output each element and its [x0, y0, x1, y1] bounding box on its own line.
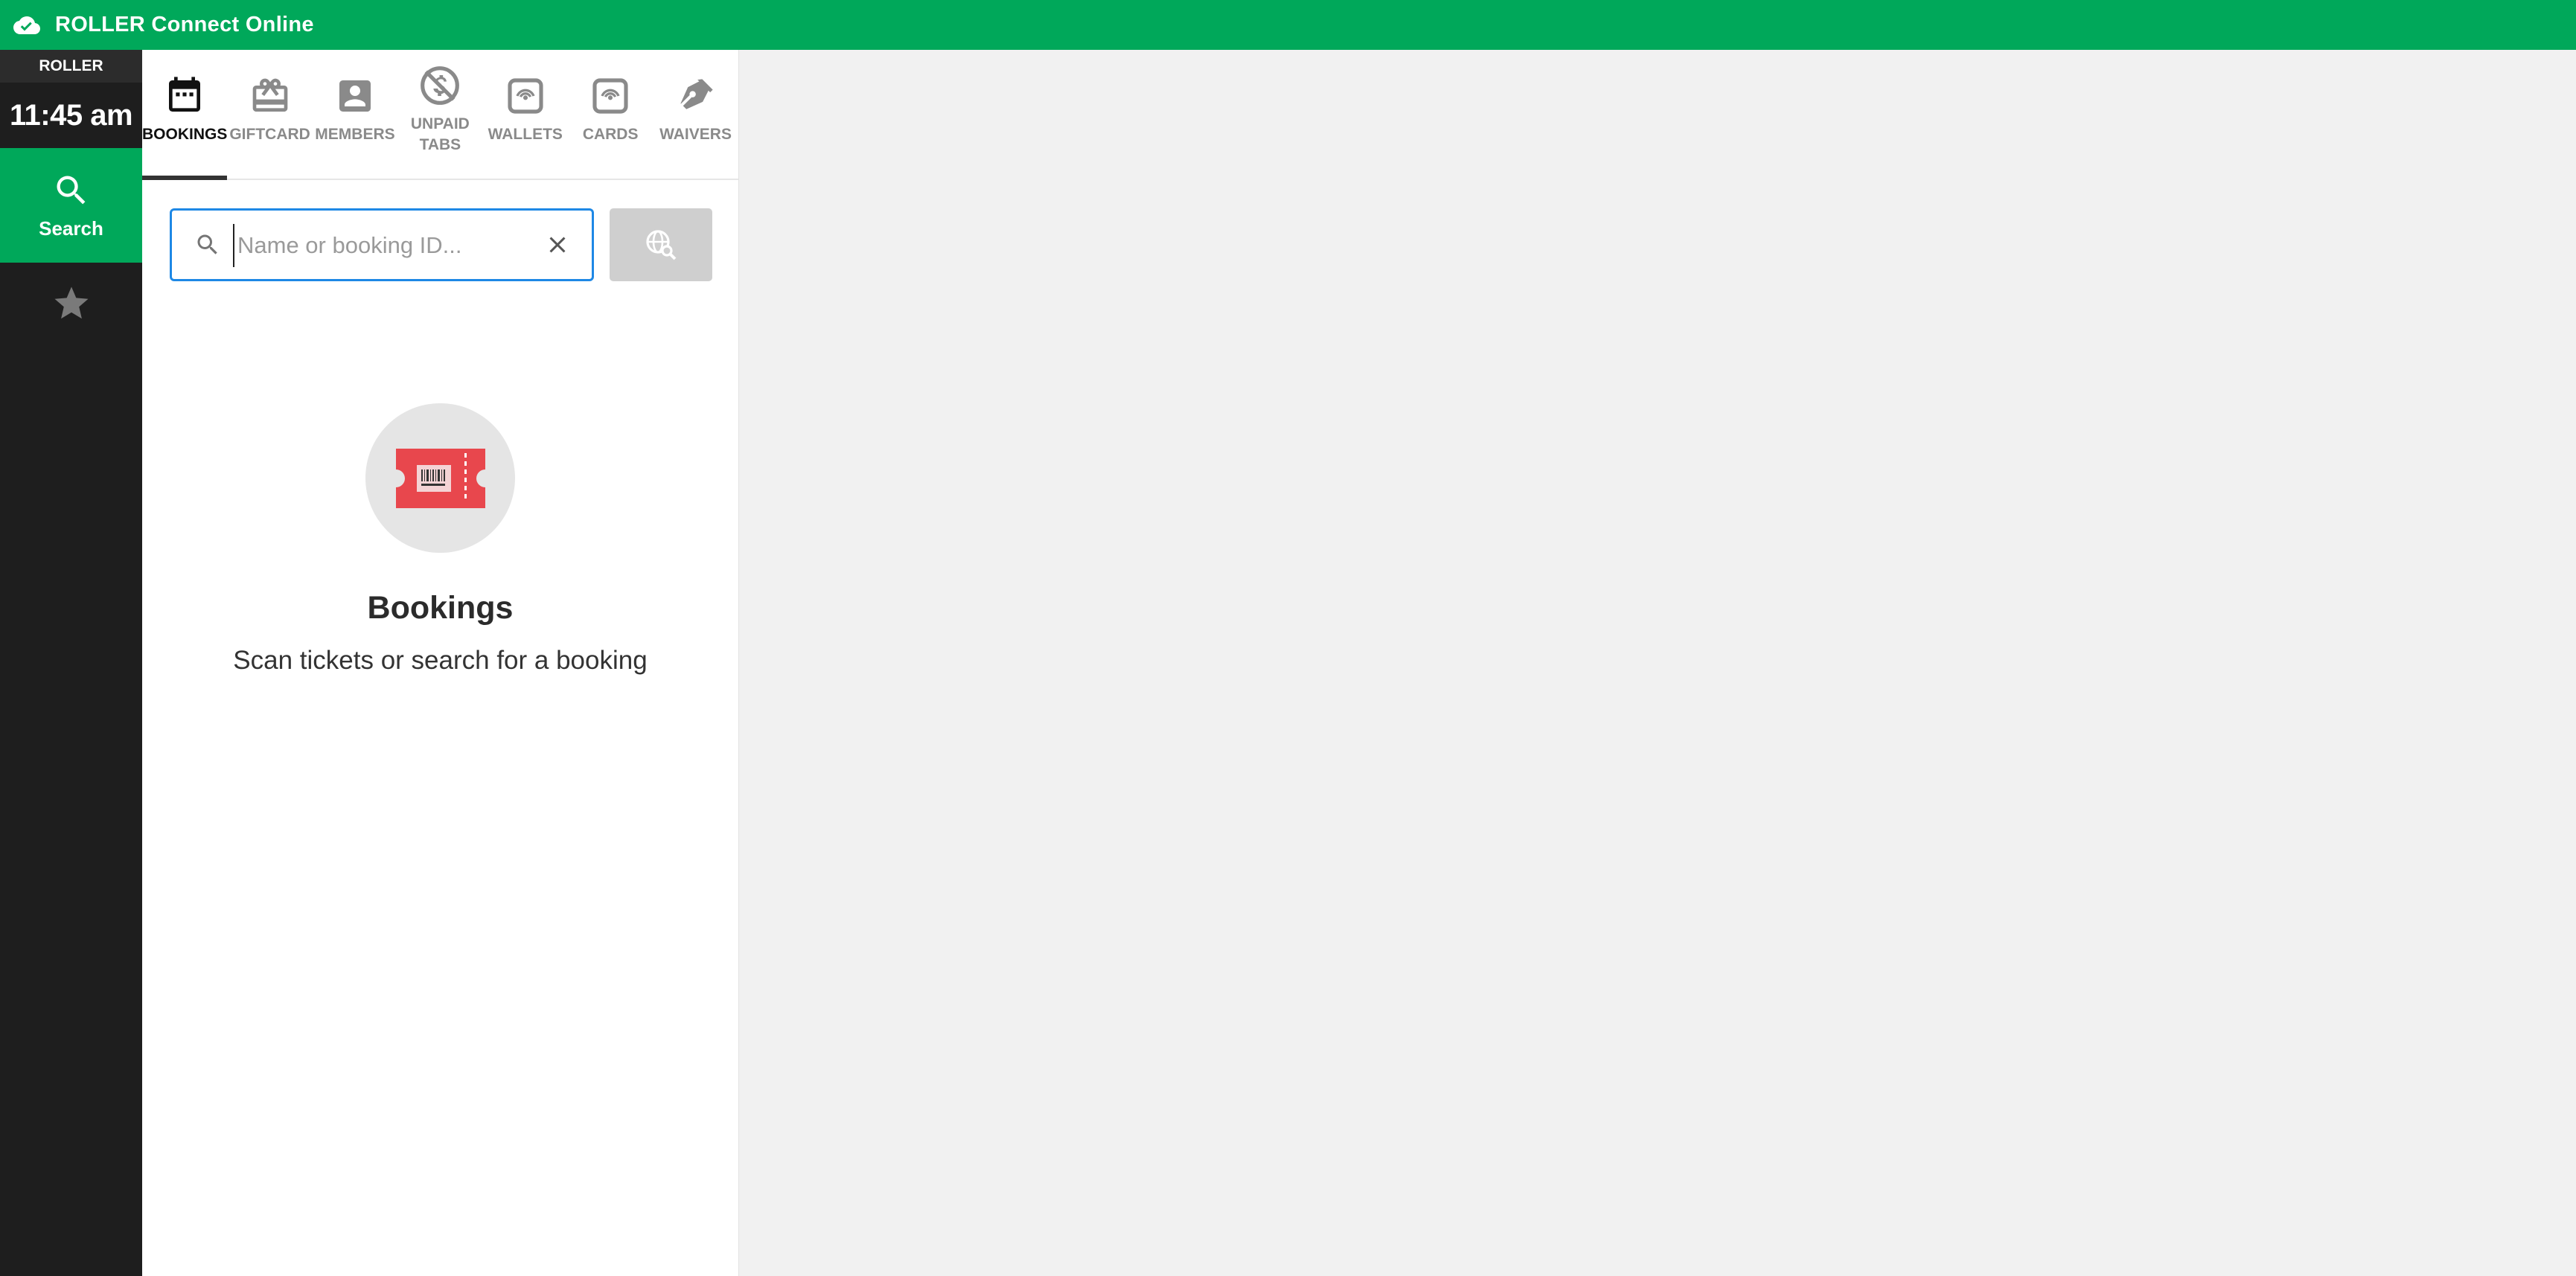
- global-search-button[interactable]: [610, 208, 712, 281]
- globe-search-icon: [646, 230, 677, 260]
- tab-waivers-label: WAIVERS: [659, 126, 732, 143]
- tab-bookings-label: BOOKINGS: [142, 126, 228, 143]
- nav-search[interactable]: Search: [0, 148, 142, 263]
- search-panel: BOOKINGS GIFTCARD MEMBERS UNPAID TABS WA…: [142, 50, 739, 1276]
- nav-search-label: Search: [39, 217, 103, 240]
- cloud-check-icon: [13, 16, 40, 34]
- tab-giftcard[interactable]: GIFTCARD: [227, 50, 312, 179]
- tab-cards-label: CARDS: [582, 126, 639, 143]
- tab-unpaid-tabs-label: UNPAID TABS: [410, 115, 470, 153]
- category-tabs: BOOKINGS GIFTCARD MEMBERS UNPAID TABS WA…: [142, 50, 738, 180]
- tab-members[interactable]: MEMBERS: [313, 50, 397, 179]
- pen-icon: [680, 79, 713, 109]
- unpaid-tabs-icon: [421, 66, 460, 105]
- search-icon: [57, 176, 85, 204]
- ticket-icon: [395, 448, 485, 508]
- empty-state-badge: [365, 403, 515, 553]
- gift-card-icon: [252, 78, 287, 112]
- left-rail: ROLLER 11:45 am Search: [0, 50, 142, 1276]
- empty-state-heading: Bookings: [367, 590, 514, 626]
- connection-status-title: ROLLER Connect Online: [55, 13, 314, 36]
- tab-wallets-label: WALLETS: [488, 126, 563, 143]
- search-box: [170, 208, 594, 281]
- empty-state-message: Scan tickets or search for a booking: [233, 646, 648, 675]
- search-input[interactable]: [233, 224, 522, 267]
- tab-members-label: MEMBERS: [315, 126, 395, 143]
- search-row: [170, 208, 712, 281]
- tab-giftcard-label: GIFTCARD: [229, 126, 310, 143]
- wallet-icon: [508, 78, 543, 114]
- calendar-icon: [169, 77, 201, 112]
- empty-state: Bookings Scan tickets or search for a bo…: [142, 403, 738, 676]
- tab-unpaid-tabs[interactable]: UNPAID TABS: [397, 50, 482, 179]
- member-icon: [339, 80, 371, 112]
- brand-label: ROLLER: [0, 50, 142, 83]
- tab-bookings[interactable]: BOOKINGS: [142, 50, 228, 180]
- tab-waivers[interactable]: WAIVERS: [653, 50, 738, 179]
- star-icon: [54, 286, 88, 319]
- card-icon: [592, 78, 628, 114]
- tab-cards[interactable]: CARDS: [568, 50, 653, 179]
- tab-wallets[interactable]: WALLETS: [483, 50, 568, 179]
- clock: 11:45 am: [9, 98, 133, 132]
- top-bar: ROLLER Connect Online: [0, 0, 2576, 50]
- clear-icon[interactable]: [544, 231, 571, 258]
- search-icon: [197, 234, 217, 254]
- nav-favorites[interactable]: [0, 263, 142, 344]
